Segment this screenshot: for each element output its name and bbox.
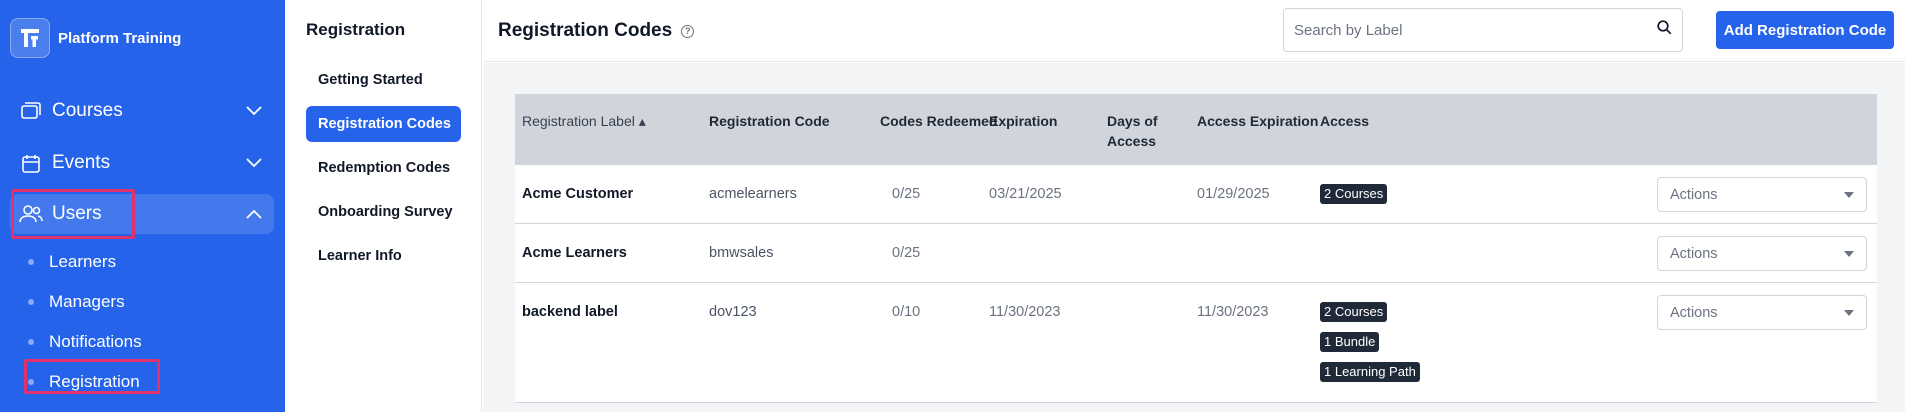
- access-badge: 1 Learning Path: [1320, 362, 1420, 382]
- col-expiration: Expiration: [989, 113, 1058, 129]
- page-header: Registration Codes ? Add Registration Co…: [483, 0, 1905, 62]
- users-icon: [10, 205, 52, 223]
- main-sidebar: Platform Training Courses Events Users L…: [0, 0, 285, 412]
- row-access-expiration: 11/30/2023: [1197, 304, 1269, 320]
- row-access-expiration: 01/29/2025: [1197, 186, 1270, 202]
- col-access: Access: [1320, 113, 1370, 129]
- menu-item-redemption-codes[interactable]: Redemption Codes: [306, 150, 461, 186]
- brand-logo-icon: [10, 18, 50, 58]
- row-label: backend label: [522, 304, 618, 320]
- users-subnav: Learners Managers Notifications Registra…: [28, 242, 268, 402]
- nav-item-events[interactable]: Events: [10, 143, 274, 183]
- row-code: acmelearners: [709, 186, 797, 202]
- menu-item-registration-codes[interactable]: Registration Codes: [306, 106, 461, 142]
- access-badge: 1 Bundle: [1320, 332, 1380, 352]
- registration-codes-table: Registration Label ▴ Registration Code C…: [515, 94, 1877, 403]
- col-registration-code: Registration Code: [709, 113, 830, 129]
- menu-item-learner-info[interactable]: Learner Info: [306, 238, 461, 274]
- courses-icon: [10, 102, 52, 120]
- access-badge: 2 Courses: [1320, 302, 1388, 322]
- row-label: Acme Customer: [522, 186, 634, 202]
- row-code: bmwsales: [709, 245, 774, 261]
- chevron-down-icon[interactable]: [234, 106, 274, 116]
- col-days-of-access: Days of Access: [1107, 113, 1158, 149]
- row-redeemed: 0/25: [892, 245, 921, 261]
- row-redeemed: 0/10: [892, 304, 921, 320]
- nav-label-events: Events: [52, 152, 111, 173]
- caret-down-icon: [1844, 250, 1854, 257]
- nav-item-courses[interactable]: Courses: [10, 91, 274, 131]
- brand[interactable]: Platform Training: [10, 18, 181, 58]
- row-expiration: 11/30/2023: [989, 304, 1061, 320]
- search-input[interactable]: [1294, 21, 1657, 39]
- chevron-up-icon[interactable]: [234, 209, 274, 219]
- actions-label: Actions: [1670, 186, 1718, 203]
- nav-label-courses: Courses: [52, 100, 123, 121]
- table-row: Acme Customer acmelearners 0/25 03/21/20…: [515, 165, 1877, 224]
- row-label: Acme Learners: [522, 245, 627, 261]
- subnav-item-registration[interactable]: Registration: [28, 362, 268, 402]
- access-badge: 2 Courses: [1320, 184, 1388, 204]
- page-title: Registration Codes ?: [498, 20, 695, 42]
- subnav-item-learners[interactable]: Learners: [28, 242, 268, 282]
- actions-dropdown[interactable]: Actions: [1657, 295, 1867, 330]
- actions-dropdown[interactable]: Actions: [1657, 236, 1867, 271]
- search-icon[interactable]: [1657, 20, 1672, 40]
- subnav-item-managers[interactable]: Managers: [28, 282, 268, 322]
- caret-down-icon: [1844, 191, 1854, 198]
- main-content: Registration Label ▴ Registration Code C…: [483, 63, 1905, 412]
- add-registration-code-button[interactable]: Add Registration Code: [1716, 11, 1894, 49]
- page-title-text: Registration Codes: [498, 20, 673, 41]
- table-row: backend label dov123 0/10 11/30/2023 11/…: [515, 283, 1877, 403]
- row-expiration: 03/21/2025: [989, 186, 1062, 202]
- actions-dropdown[interactable]: Actions: [1657, 177, 1867, 212]
- caret-down-icon: [1844, 309, 1854, 316]
- secondary-menu: Registration Getting Started Registratio…: [285, 0, 482, 412]
- menu-item-onboarding-survey[interactable]: Onboarding Survey: [306, 194, 461, 230]
- row-code: dov123: [709, 304, 757, 320]
- nav-item-users[interactable]: Users: [10, 194, 274, 234]
- secondary-menu-title: Registration: [306, 20, 406, 39]
- row-redeemed: 0/25: [892, 186, 921, 202]
- col-access-expiration: Access Expiration: [1197, 113, 1319, 129]
- brand-name: Platform Training: [58, 29, 182, 47]
- table-header: Registration Label ▴ Registration Code C…: [515, 94, 1877, 165]
- calendar-icon: [10, 154, 52, 173]
- chevron-down-icon[interactable]: [234, 158, 274, 168]
- menu-item-getting-started[interactable]: Getting Started: [306, 62, 461, 98]
- row-access: 2 Courses 1 Bundle 1 Learning Path: [1320, 302, 1460, 392]
- actions-label: Actions: [1670, 304, 1718, 321]
- search-box: [1283, 8, 1683, 52]
- table-row: Acme Learners bmwsales 0/25 Actions: [515, 224, 1877, 283]
- actions-label: Actions: [1670, 245, 1718, 262]
- subnav-item-notifications[interactable]: Notifications: [28, 322, 268, 362]
- row-access: 2 Courses: [1320, 184, 1388, 214]
- col-registration-label[interactable]: Registration Label ▴: [522, 111, 702, 131]
- nav-label-users: Users: [52, 203, 102, 224]
- help-icon[interactable]: ?: [681, 24, 695, 38]
